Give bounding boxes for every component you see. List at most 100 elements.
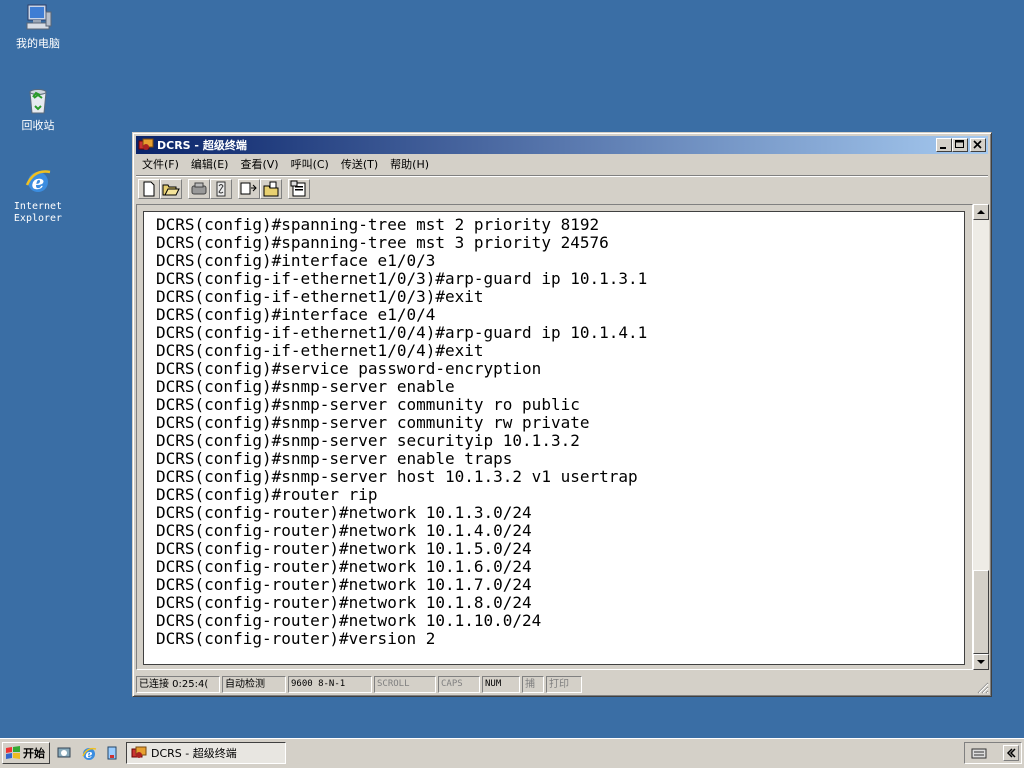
menu-call[interactable]: 呼叫(C) xyxy=(285,156,335,172)
terminal-line: DCRS(config)#interface e1/0/4 xyxy=(156,305,436,324)
window-title: DCRS - 超级终端 xyxy=(157,139,247,152)
keyboard-icon[interactable] xyxy=(971,747,987,762)
quick-launch-desktop[interactable] xyxy=(56,745,72,761)
terminal-line: DCRS(config-router)#network 10.1.8.0/24 xyxy=(156,593,532,612)
receive-icon xyxy=(263,181,279,196)
terminal-output: DCRS(config)#spanning-tree mst 2 priorit… xyxy=(156,216,647,648)
menu-bar: 文件(F) 编辑(E) 查看(V) 呼叫(C) 传送(T) 帮助(H) xyxy=(136,155,988,173)
recycle-bin-label: 回收站 xyxy=(21,119,55,132)
terminal-line: DCRS(config-if-ethernet1/0/3)#exit xyxy=(156,287,484,306)
menu-transfer[interactable]: 传送(T) xyxy=(335,156,384,172)
internet-explorer-label-line1: Internet xyxy=(13,201,63,212)
my-computer-icon xyxy=(22,2,54,34)
start-label: 开始 xyxy=(23,747,45,760)
terminal-line: DCRS(config-router)#network 10.1.7.0/24 xyxy=(156,575,532,594)
status-baud: 9600 8-N-1 xyxy=(288,676,372,693)
terminal-line: DCRS(config)#interface e1/0/3 xyxy=(156,251,436,270)
terminal-screen[interactable]: DCRS(config)#spanning-tree mst 2 priorit… xyxy=(143,211,965,665)
status-print: 打印 xyxy=(546,676,582,693)
status-bar: 已连接 0:25:4( 自动检测 9600 8-N-1 SCROLL CAPS … xyxy=(136,675,988,694)
terminal-line: DCRS(config-if-ethernet1/0/3)#arp-guard … xyxy=(156,269,648,288)
media-icon xyxy=(107,746,117,760)
taskbar: 开始 e DCRS - 超级终端 xyxy=(0,738,1024,768)
menu-help[interactable]: 帮助(H) xyxy=(384,156,435,172)
terminal-line: DCRS(config-router)#version 2 xyxy=(156,629,436,648)
terminal-line: DCRS(config)#snmp-server enable xyxy=(156,377,455,396)
send-button[interactable] xyxy=(238,178,260,199)
scroll-down-icon xyxy=(977,660,985,664)
terminal-line: DCRS(config)#router rip xyxy=(156,485,378,504)
new-icon xyxy=(143,181,155,196)
desktop-icon-internet-explorer[interactable]: e Internet Explorer xyxy=(0,165,76,225)
send-icon xyxy=(240,182,257,194)
new-button[interactable] xyxy=(138,178,160,199)
minimize-button[interactable] xyxy=(936,138,952,152)
maximize-button[interactable] xyxy=(952,138,968,152)
scroll-up-button[interactable] xyxy=(973,204,989,220)
desktop-icon xyxy=(57,747,71,758)
menu-view[interactable]: 查看(V) xyxy=(234,156,284,172)
open-icon xyxy=(162,184,180,195)
terminal-line: DCRS(config)#spanning-tree mst 2 priorit… xyxy=(156,215,600,234)
receive-button[interactable] xyxy=(260,178,282,199)
internet-explorer-icon: e xyxy=(22,165,54,197)
tray-expand-button[interactable] xyxy=(1003,745,1019,761)
desktop-icon-recycle-bin[interactable]: 回收站 xyxy=(0,84,76,132)
connect-button[interactable] xyxy=(210,178,232,199)
menu-file[interactable]: 文件(F) xyxy=(136,156,185,172)
connect-icon xyxy=(216,181,226,196)
vertical-scrollbar[interactable] xyxy=(973,204,989,670)
terminal-line: DCRS(config)#snmp-server host 10.1.3.2 v… xyxy=(156,467,638,486)
disconnect-button[interactable] xyxy=(188,178,210,199)
terminal-line: DCRS(config)#snmp-server community rw pr… xyxy=(156,413,590,432)
hyperterminal-task-icon xyxy=(131,746,147,758)
scroll-thumb[interactable] xyxy=(973,570,989,654)
title-bar[interactable]: DCRS - 超级终端 xyxy=(136,136,988,154)
chevron-left-icon xyxy=(1006,748,1016,758)
terminal-line: DCRS(config-if-ethernet1/0/4)#arp-guard … xyxy=(156,323,648,342)
toolbar xyxy=(136,175,988,201)
taskbar-button-hyperterminal[interactable]: DCRS - 超级终端 xyxy=(126,742,286,764)
status-connected: 已连接 0:25:4( xyxy=(136,676,220,693)
terminal-line: DCRS(config-if-ethernet1/0/4)#exit xyxy=(156,341,484,360)
system-tray xyxy=(964,742,1022,764)
resize-grip-icon[interactable] xyxy=(977,682,989,694)
internet-explorer-label-line2: Explorer xyxy=(13,213,63,224)
terminal-line: DCRS(config-router)#network 10.1.10.0/24 xyxy=(156,611,542,630)
terminal-frame: DCRS(config)#spanning-tree mst 2 priorit… xyxy=(136,204,973,670)
open-button[interactable] xyxy=(160,178,182,199)
scroll-down-button[interactable] xyxy=(973,654,989,670)
menu-edit[interactable]: 编辑(E) xyxy=(185,156,235,172)
hyperterminal-app-icon[interactable] xyxy=(138,138,154,152)
status-detect: 自动检测 xyxy=(222,676,286,693)
ie-icon: e xyxy=(82,747,97,761)
terminal-line: DCRS(config)#snmp-server enable traps xyxy=(156,449,513,468)
terminal-line: DCRS(config)#spanning-tree mst 3 priorit… xyxy=(156,233,609,252)
close-button[interactable] xyxy=(970,138,986,152)
properties-button[interactable] xyxy=(288,178,310,199)
disconnect-icon xyxy=(191,182,207,194)
recycle-bin-icon xyxy=(22,84,54,116)
status-capture: 捕 xyxy=(522,676,544,693)
status-caps: CAPS xyxy=(438,676,480,693)
quick-launch-media[interactable] xyxy=(104,745,120,761)
properties-icon xyxy=(290,180,306,196)
terminal-line: DCRS(config-router)#network 10.1.6.0/24 xyxy=(156,557,532,576)
internet-explorer-label: Internet Explorer xyxy=(0,201,76,225)
terminal-line: DCRS(config-router)#network 10.1.3.0/24 xyxy=(156,503,532,522)
my-computer-label: 我的电脑 xyxy=(16,37,60,50)
scroll-up-icon xyxy=(977,210,985,214)
taskbar-button-label: DCRS - 超级终端 xyxy=(151,747,237,760)
desktop-icon-my-computer[interactable]: 我的电脑 xyxy=(0,2,76,50)
terminal-line: DCRS(config)#snmp-server community ro pu… xyxy=(156,395,580,414)
terminal-line: DCRS(config-router)#network 10.1.5.0/24 xyxy=(156,539,532,558)
hyperterminal-window[interactable]: DCRS - 超级终端 文件(F) 编辑(E) 查看(V) 呼叫(C) 传送(T… xyxy=(132,132,992,697)
status-scroll: SCROLL xyxy=(374,676,436,693)
start-button[interactable]: 开始 xyxy=(2,742,50,764)
terminal-line: DCRS(config)#snmp-server securityip 10.1… xyxy=(156,431,580,450)
status-num: NUM xyxy=(482,676,520,693)
windows-flag-icon xyxy=(5,746,21,760)
terminal-line: DCRS(config)#service password-encryption xyxy=(156,359,542,378)
terminal-line: DCRS(config-router)#network 10.1.4.0/24 xyxy=(156,521,532,540)
quick-launch-ie[interactable]: e xyxy=(81,745,97,761)
